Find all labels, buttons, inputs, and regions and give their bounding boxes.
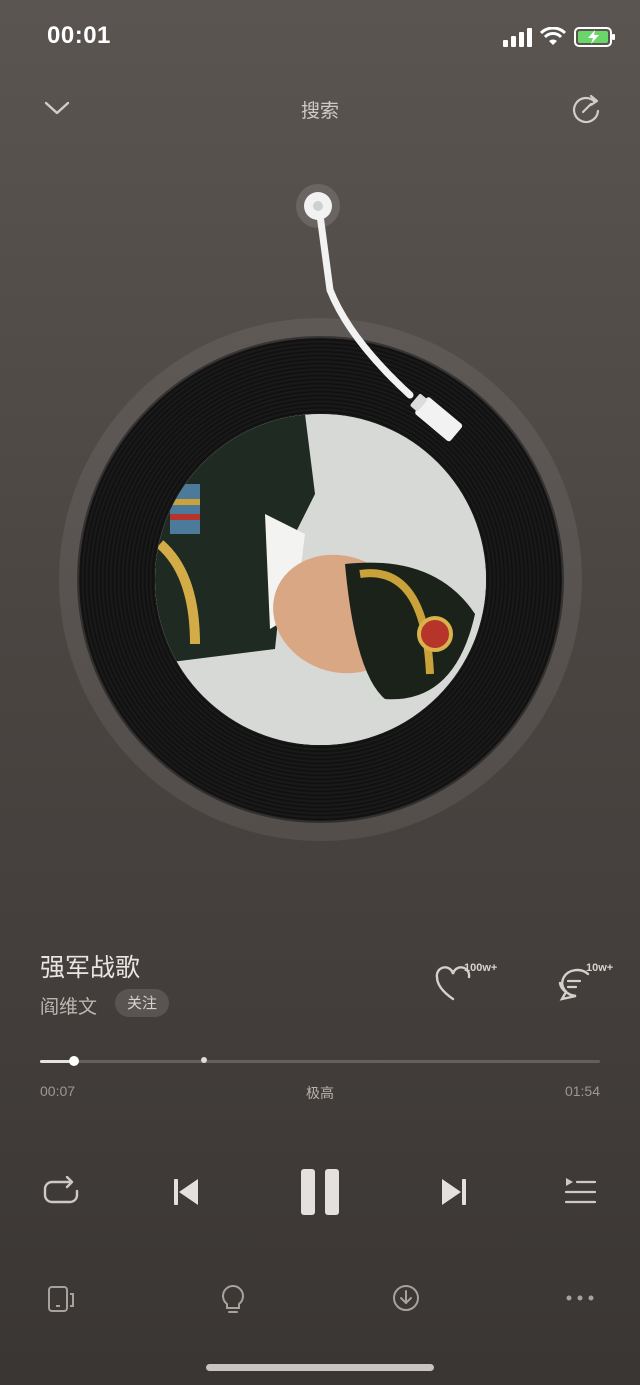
quality-label[interactable]: 极高 (0, 1083, 640, 1103)
skip-previous-icon (174, 1179, 198, 1205)
device-button[interactable] (44, 1282, 78, 1316)
follow-button[interactable]: 关注 (115, 989, 170, 1017)
progress-track[interactable] (40, 1060, 600, 1063)
device-icon (48, 1286, 74, 1312)
skip-next-icon (442, 1179, 466, 1205)
previous-button[interactable] (164, 1170, 208, 1214)
comment-button[interactable]: 10w+ (556, 962, 622, 1004)
repeat-icon (43, 1176, 79, 1204)
next-button[interactable] (432, 1170, 476, 1214)
page-title[interactable]: 搜索 (0, 96, 640, 123)
share-refresh-icon (572, 94, 600, 124)
wifi-icon (540, 27, 566, 45)
more-icon (566, 1295, 594, 1301)
comments-count: 10w+ (586, 962, 614, 974)
status-icons (502, 26, 616, 48)
download-button[interactable] (389, 1281, 423, 1315)
repeat-button[interactable] (40, 1172, 82, 1214)
signal-icon (503, 28, 532, 47)
home-indicator (206, 1364, 434, 1371)
tonearm (296, 184, 463, 442)
playlist-button[interactable] (558, 1172, 602, 1212)
share-button[interactable] (568, 92, 604, 126)
playlist-icon (564, 1178, 597, 1204)
song-title: 强军战歌 (40, 953, 141, 982)
progress-knob[interactable] (69, 1056, 80, 1066)
lightbulb-button[interactable] (216, 1281, 250, 1317)
artist-name[interactable]: 阎维文 (40, 992, 97, 1019)
play-pause-button[interactable] (290, 1160, 350, 1224)
pause-icon (301, 1169, 339, 1215)
duration: 01:54 (564, 1083, 600, 1099)
likes-count: 100w+ (464, 962, 498, 974)
more-button[interactable] (562, 1286, 598, 1310)
status-time: 00:01 (47, 22, 111, 49)
like-button[interactable]: 100w+ (434, 962, 510, 1004)
lightbulb-icon (222, 1284, 244, 1313)
battery-charging-icon (574, 27, 615, 47)
status-bar: 00:01 (0, 0, 640, 80)
download-icon (393, 1285, 419, 1311)
